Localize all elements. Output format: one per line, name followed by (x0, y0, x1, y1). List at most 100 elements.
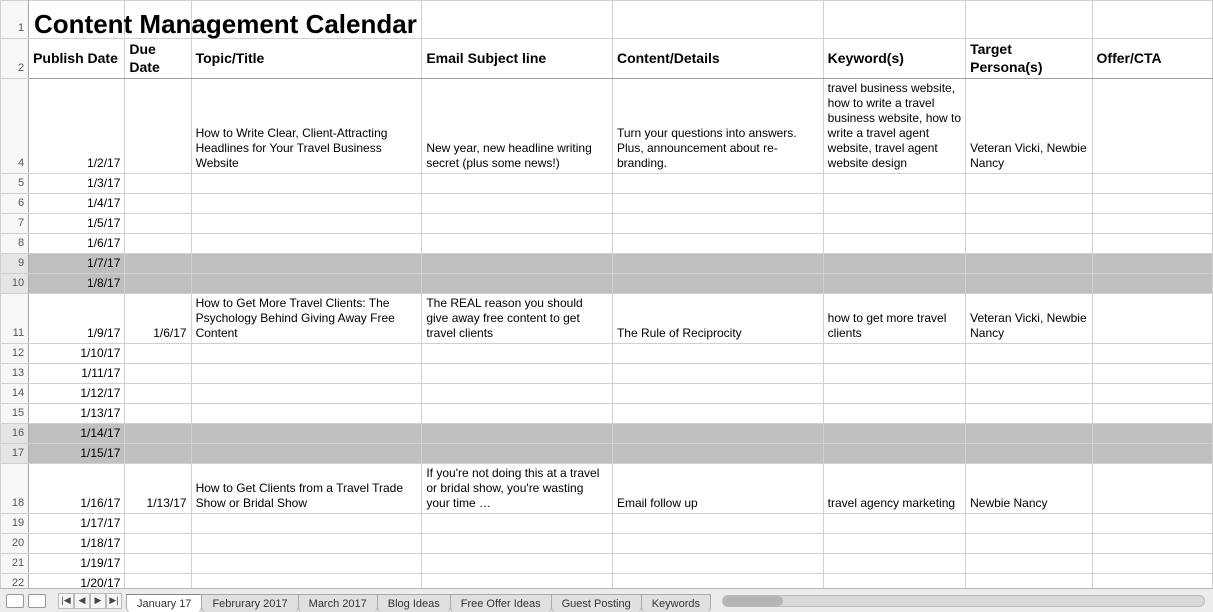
title-cell[interactable] (612, 1, 823, 39)
cell[interactable] (191, 234, 422, 254)
cell[interactable] (823, 424, 965, 444)
cell[interactable]: If you're not doing this at a travel or … (422, 464, 613, 514)
cell[interactable] (191, 254, 422, 274)
cell[interactable] (125, 424, 191, 444)
nav-next-button[interactable]: ▶ (90, 593, 106, 609)
row-header[interactable]: 16 (1, 424, 29, 444)
cell[interactable] (823, 214, 965, 234)
cell[interactable] (612, 274, 823, 294)
cell[interactable]: travel business website, how to write a … (823, 79, 965, 174)
cell[interactable] (966, 384, 1092, 404)
cell[interactable] (191, 534, 422, 554)
cell[interactable]: Turn your questions into answers. Plus, … (612, 79, 823, 174)
cell[interactable] (1092, 364, 1212, 384)
cell[interactable]: Veteran Vicki, Newbie Nancy (966, 294, 1092, 344)
cell[interactable]: New year, new headline writing secret (p… (422, 79, 613, 174)
cell[interactable]: The REAL reason you should give away fre… (422, 294, 613, 344)
cell[interactable] (125, 274, 191, 294)
cell[interactable] (823, 444, 965, 464)
cell[interactable] (422, 554, 613, 574)
cell[interactable] (1092, 214, 1212, 234)
cell[interactable] (1092, 254, 1212, 274)
cell[interactable] (125, 344, 191, 364)
cell[interactable]: 1/12/17 (29, 384, 125, 404)
cell[interactable] (191, 384, 422, 404)
cell[interactable]: 1/4/17 (29, 194, 125, 214)
cell[interactable]: Newbie Nancy (966, 464, 1092, 514)
cell[interactable]: 1/15/17 (29, 444, 125, 464)
column-header[interactable]: Content/Details (612, 39, 823, 79)
cell[interactable] (1092, 294, 1212, 344)
cell[interactable] (1092, 194, 1212, 214)
row-header[interactable]: 13 (1, 364, 29, 384)
column-header[interactable]: Keyword(s) (823, 39, 965, 79)
cell[interactable] (823, 404, 965, 424)
cell[interactable]: The Rule of Reciprocity (612, 294, 823, 344)
cell[interactable] (422, 234, 613, 254)
row-header[interactable]: 20 (1, 534, 29, 554)
sheet-tab[interactable]: Free Offer Ideas (450, 594, 552, 612)
sheet-tab[interactable]: January 17 (126, 594, 202, 612)
cell[interactable] (823, 364, 965, 384)
cell[interactable] (191, 344, 422, 364)
column-header[interactable]: Email Subject line (422, 39, 613, 79)
title-cell[interactable] (29, 1, 125, 39)
cell[interactable]: Veteran Vicki, Newbie Nancy (966, 79, 1092, 174)
cell[interactable] (966, 424, 1092, 444)
cell[interactable] (1092, 174, 1212, 194)
cell[interactable] (612, 344, 823, 364)
cell[interactable] (1092, 79, 1212, 174)
cell[interactable] (1092, 514, 1212, 534)
cell[interactable] (422, 534, 613, 554)
cell[interactable] (966, 404, 1092, 424)
row-header[interactable]: 2 (1, 39, 29, 79)
grid[interactable]: 12Publish DateDue DateTopic/TitleEmail S… (0, 0, 1213, 612)
row-header[interactable]: 4 (1, 79, 29, 174)
row-header[interactable]: 17 (1, 444, 29, 464)
cell[interactable] (191, 274, 422, 294)
cell[interactable] (125, 174, 191, 194)
cell[interactable] (422, 424, 613, 444)
cell[interactable] (191, 514, 422, 534)
cell[interactable] (422, 214, 613, 234)
row-header[interactable]: 6 (1, 194, 29, 214)
cell[interactable] (191, 424, 422, 444)
cell[interactable] (125, 194, 191, 214)
cell[interactable]: 1/9/17 (29, 294, 125, 344)
cell[interactable]: 1/8/17 (29, 274, 125, 294)
cell[interactable] (612, 554, 823, 574)
cell[interactable] (612, 194, 823, 214)
cell[interactable] (823, 534, 965, 554)
cell[interactable] (125, 214, 191, 234)
row-header[interactable]: 12 (1, 344, 29, 364)
cell[interactable] (1092, 404, 1212, 424)
cell[interactable]: 1/14/17 (29, 424, 125, 444)
cell[interactable] (612, 364, 823, 384)
cell[interactable] (966, 234, 1092, 254)
cell[interactable] (823, 274, 965, 294)
title-cell[interactable] (1092, 1, 1212, 39)
cell[interactable] (966, 274, 1092, 294)
cell[interactable] (1092, 344, 1212, 364)
column-header[interactable]: Topic/Title (191, 39, 422, 79)
cell[interactable] (823, 174, 965, 194)
cell[interactable] (823, 194, 965, 214)
row-header[interactable]: 14 (1, 384, 29, 404)
cell[interactable] (966, 344, 1092, 364)
cell[interactable] (125, 404, 191, 424)
cell[interactable] (191, 554, 422, 574)
title-cell[interactable] (422, 1, 613, 39)
cell[interactable] (125, 384, 191, 404)
sheet-tab[interactable]: Blog Ideas (377, 594, 451, 612)
sheet-tab[interactable]: March 2017 (298, 594, 378, 612)
cell[interactable] (612, 404, 823, 424)
sheet-tab[interactable]: Keywords (641, 594, 711, 612)
cell[interactable] (612, 254, 823, 274)
title-cell[interactable] (191, 1, 422, 39)
cell[interactable] (422, 274, 613, 294)
row-header[interactable]: 5 (1, 174, 29, 194)
cell[interactable]: how to get more travel clients (823, 294, 965, 344)
cell[interactable] (1092, 464, 1212, 514)
nav-prev-button[interactable]: ◀ (74, 593, 90, 609)
cell[interactable] (422, 254, 613, 274)
